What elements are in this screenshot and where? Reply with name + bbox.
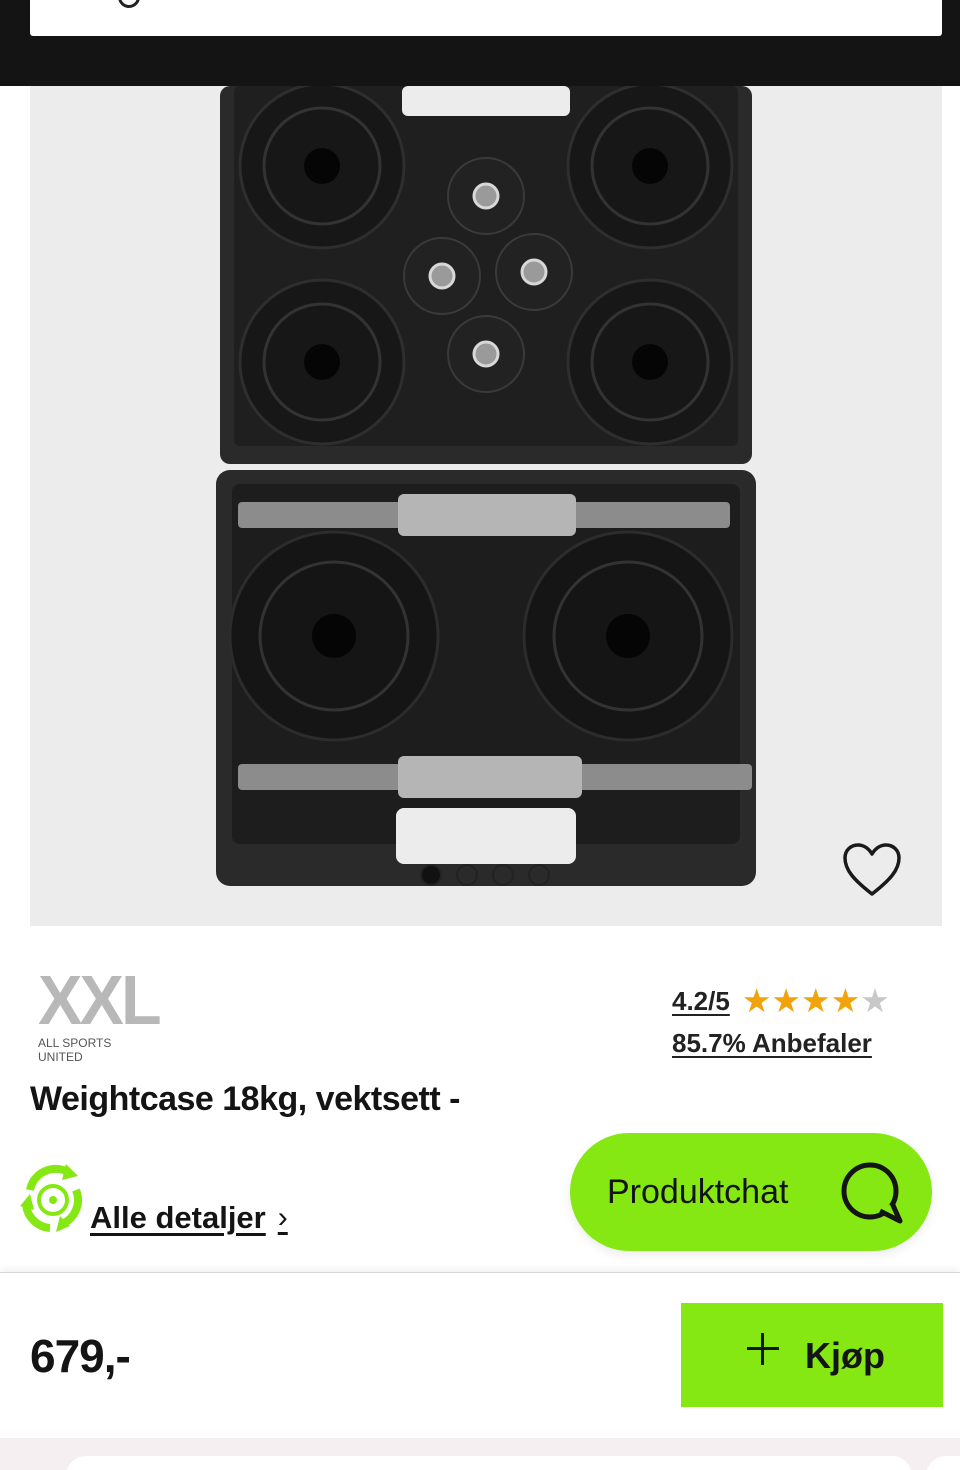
buy-button-label: Kjøp <box>805 1335 885 1376</box>
product-image-gallery[interactable] <box>30 86 942 926</box>
rating-stars: ★ ★ ★ ★ ★ <box>742 984 890 1018</box>
plus-icon <box>747 1333 779 1365</box>
address-bar[interactable] <box>66 1456 912 1470</box>
chat-bubble-icon <box>841 1162 903 1224</box>
buy-button[interactable]: Kjøp <box>681 1303 943 1407</box>
product-image <box>216 86 756 886</box>
purchase-bar: 679,- Kjøp <box>0 1272 960 1438</box>
brand-logo-text: XXL <box>38 961 162 1039</box>
browser-button[interactable] <box>926 1456 960 1470</box>
recycle-icon[interactable] <box>16 1160 90 1238</box>
all-details-label: Alle detaljer <box>90 1200 266 1235</box>
rating-score-link[interactable]: 4.2/5 <box>672 986 730 1017</box>
all-details-link[interactable]: Alle detaljer › <box>90 1200 288 1236</box>
carousel-dot-3[interactable] <box>492 864 514 886</box>
search-icon <box>118 0 140 8</box>
product-chat-button[interactable]: Produktchat <box>570 1133 932 1251</box>
star-icon: ★ <box>801 982 831 1019</box>
top-bar <box>0 0 960 86</box>
carousel-dots <box>420 864 550 886</box>
recommend-link[interactable]: 85.7% Anbefaler <box>672 1028 890 1059</box>
chevron-right-icon: › <box>277 1201 288 1234</box>
brand-logo[interactable]: XXL ALL SPORTS UNITED <box>38 961 162 1064</box>
carousel-dot-4[interactable] <box>528 864 550 886</box>
star-empty-icon: ★ <box>860 982 890 1019</box>
browser-bottom-bar <box>0 1438 960 1470</box>
star-icon: ★ <box>830 982 861 1019</box>
search-input[interactable] <box>30 0 942 36</box>
favorite-heart-icon[interactable] <box>842 842 902 898</box>
star-icon: ★ <box>741 982 772 1019</box>
carousel-dot-2[interactable] <box>456 864 478 886</box>
product-chat-label: Produktchat <box>607 1173 789 1211</box>
carousel-dot-1[interactable] <box>420 864 442 886</box>
rating-block: 4.2/5 ★ ★ ★ ★ ★ 85.7% Anbefaler <box>672 984 890 1059</box>
star-icon: ★ <box>771 982 802 1019</box>
product-title: Weightcase 18kg, vektsett - <box>30 1080 460 1118</box>
product-price: 679,- <box>30 1330 131 1382</box>
brand-tagline: ALL SPORTS UNITED <box>38 1036 112 1064</box>
